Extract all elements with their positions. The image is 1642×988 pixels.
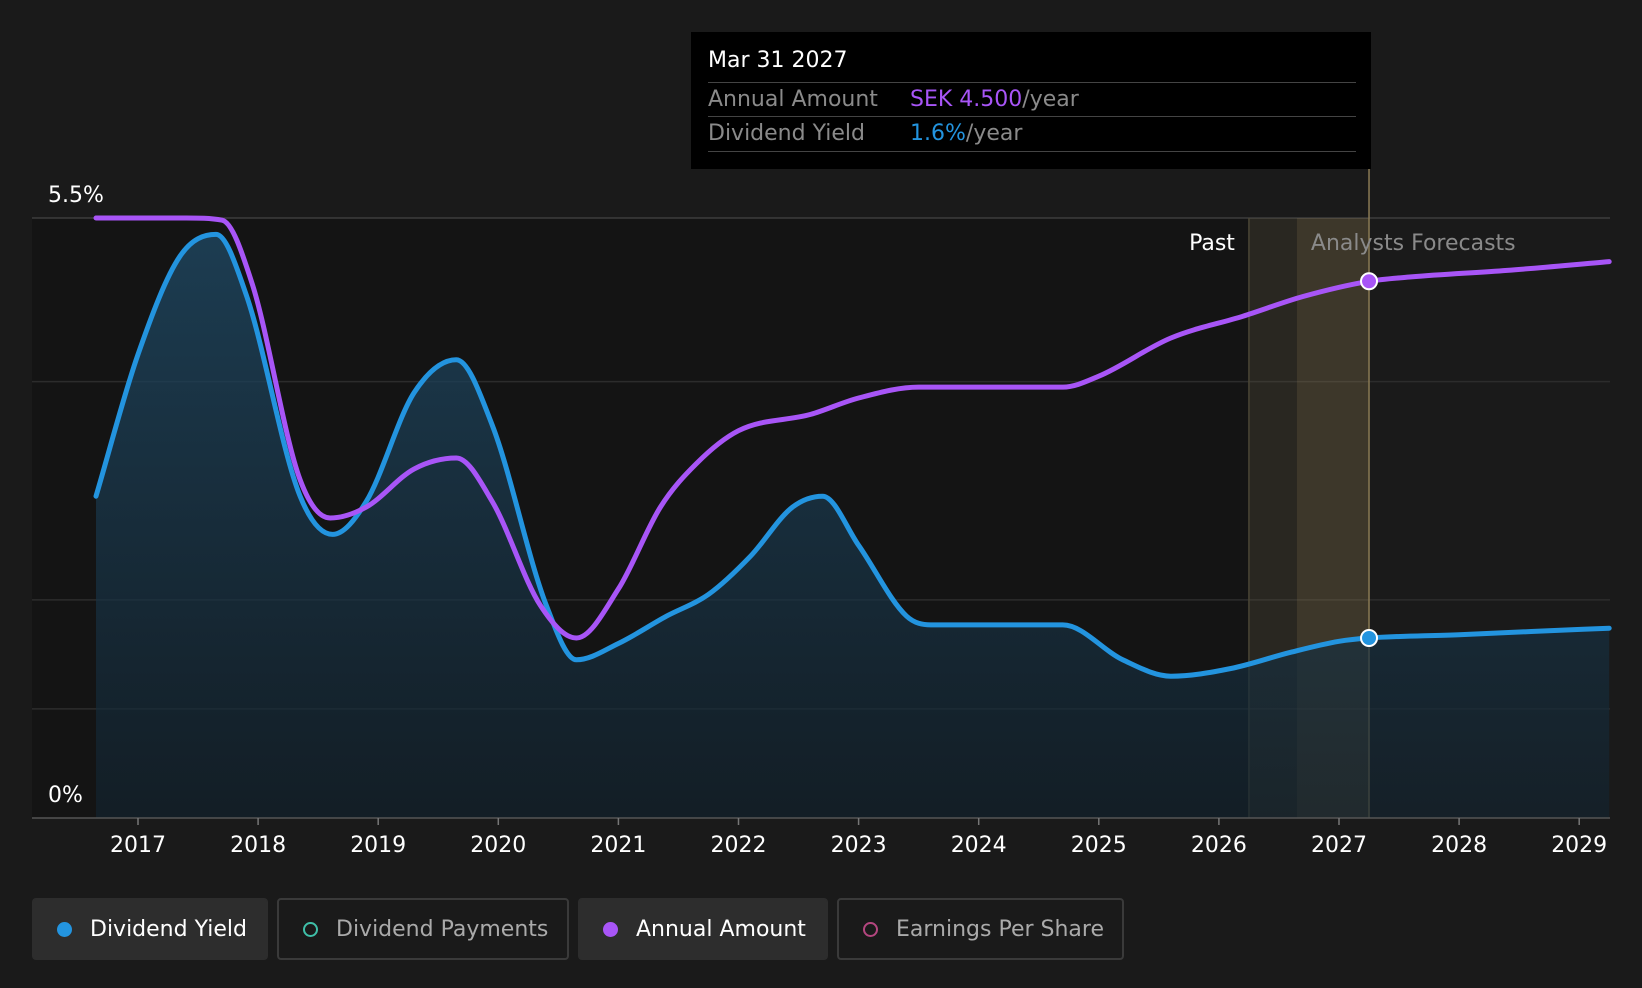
x-tick-label: 2020 (470, 833, 526, 858)
filled-dot-icon (57, 921, 72, 937)
tooltip-row-annual-amount: Annual Amount SEK 4.500/year (708, 82, 1356, 117)
filled-dot-icon (603, 921, 618, 937)
x-tick-label: 2025 (1071, 833, 1127, 858)
x-tick-label: 2028 (1431, 833, 1487, 858)
legend-label: Dividend Yield (90, 916, 247, 942)
x-tick-label: 2029 (1551, 833, 1607, 858)
tooltip-unit: /year (965, 121, 1023, 146)
dividend-chart-widget: 2017 2018 2019 2020 2021 2022 2023 2024 2025 2026… (0, 0, 1642, 988)
tooltip-label: Dividend Yield (708, 121, 865, 146)
x-tick-label: 2017 (110, 833, 166, 858)
y-label-min: 0% (48, 783, 83, 808)
x-tick-label: 2023 (831, 833, 887, 858)
dividend-yield-hover-marker (1360, 629, 1379, 647)
tooltip-value: SEK 4.500 (910, 87, 1023, 112)
annual-amount-hover-marker (1360, 272, 1379, 291)
y-label-max: 5.5% (48, 183, 104, 208)
x-tick-label: 2022 (711, 833, 767, 858)
tooltip-unit: /year (1022, 87, 1079, 112)
x-tick-label: 2019 (350, 833, 406, 858)
x-tick-label: 2021 (590, 833, 646, 858)
past-label: Past (1189, 231, 1235, 256)
chart-tooltip: Mar 31 2027 Annual Amount SEK 4.500/year… (691, 32, 1371, 169)
hollow-dot-icon (863, 921, 878, 937)
x-tick-label: 2026 (1191, 833, 1247, 858)
legend-toggle-annual-amount[interactable]: Annual Amount (578, 898, 828, 960)
hollow-dot-icon (303, 921, 318, 937)
forecast-label: Analysts Forecasts (1311, 231, 1516, 256)
legend-toggle-dividend-yield[interactable]: Dividend Yield (32, 898, 268, 960)
tooltip-label: Annual Amount (708, 87, 878, 112)
legend-toggle-earnings-per-share[interactable]: Earnings Per Share (837, 898, 1124, 960)
tooltip-date: Mar 31 2027 (708, 48, 848, 73)
x-tick-label: 2018 (230, 833, 286, 858)
tooltip-value: 1.6% (910, 121, 966, 146)
legend-label: Earnings Per Share (896, 916, 1105, 942)
x-tick-label: 2027 (1311, 833, 1367, 858)
x-tick-label: 2024 (951, 833, 1007, 858)
legend-toggle-dividend-payments[interactable]: Dividend Payments (277, 898, 569, 960)
tooltip-row-dividend-yield: Dividend Yield 1.6%/year (708, 116, 1356, 152)
legend-label: Annual Amount (636, 916, 806, 942)
legend-label: Dividend Payments (336, 916, 549, 942)
